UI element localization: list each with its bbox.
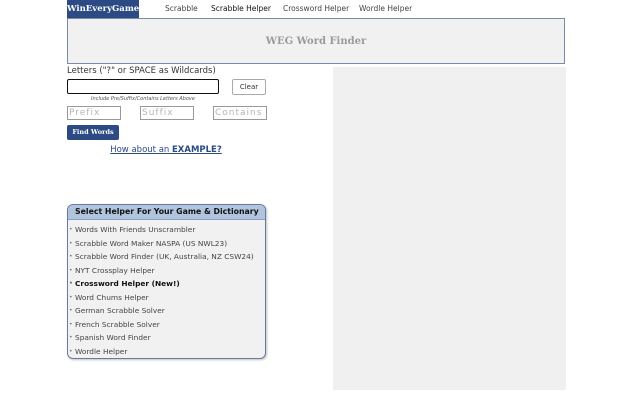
helper-list: Words With Friends Unscrambler Scrabble …	[68, 220, 265, 358]
helper-item-scrabble-naspa[interactable]: Scrabble Word Maker NASPA (US NWL23)	[68, 237, 265, 251]
helper-item-german-scrabble[interactable]: German Scrabble Solver	[68, 304, 265, 318]
letters-label: Letters ("?" or SPACE as Wildcards)	[67, 66, 216, 76]
helper-item-wordle[interactable]: Wordle Helper	[68, 345, 265, 359]
example-prefix-text: How about an	[110, 145, 172, 155]
example-link[interactable]: How about an EXAMPLE?	[67, 145, 265, 155]
find-words-button[interactable]: Find Words	[67, 125, 119, 140]
right-side-panel	[333, 67, 566, 390]
nav-link-wordle-helper[interactable]: Wordle Helper	[359, 0, 412, 18]
helper-box-title: Select Helper For Your Game & Dictionary	[68, 205, 265, 220]
helper-item-french-scrabble[interactable]: French Scrabble Solver	[68, 318, 265, 332]
helper-selector-box: Select Helper For Your Game & Dictionary…	[67, 204, 266, 359]
nav-link-scrabble-helper[interactable]: Scrabble Helper	[211, 0, 271, 18]
prefix-input[interactable]: Prefix	[67, 106, 121, 120]
helper-item-nyt-crossplay[interactable]: NYT Crossplay Helper	[68, 264, 265, 278]
contains-input[interactable]: Contains	[213, 106, 267, 120]
helper-item-words-with-friends[interactable]: Words With Friends Unscrambler	[68, 223, 265, 237]
helper-item-word-chums[interactable]: Word Chums Helper	[68, 291, 265, 305]
brand-logo-link[interactable]: WinEveryGame	[67, 0, 139, 18]
example-link-text[interactable]: EXAMPLE?	[172, 145, 222, 155]
nav-link-scrabble[interactable]: Scrabble	[165, 0, 198, 18]
letters-input[interactable]	[67, 79, 219, 94]
top-navigation: WinEveryGame Scrabble Scrabble Helper Cr…	[0, 0, 640, 18]
pre-suffix-hint: Include Pre/Suffix/Contains Letters Abov…	[91, 96, 195, 102]
clear-button[interactable]: Clear	[232, 79, 266, 95]
page-banner: WEG Word Finder	[67, 18, 565, 64]
nav-link-crossword-helper[interactable]: Crossword Helper	[283, 0, 349, 18]
helper-item-spanish-word-finder[interactable]: Spanish Word Finder	[68, 331, 265, 345]
helper-item-crossword[interactable]: Crossword Helper (New!)	[68, 277, 265, 291]
suffix-input[interactable]: Suffix	[140, 106, 194, 120]
helper-item-scrabble-csw[interactable]: Scrabble Word Finder (UK, Australia, NZ …	[68, 250, 265, 264]
